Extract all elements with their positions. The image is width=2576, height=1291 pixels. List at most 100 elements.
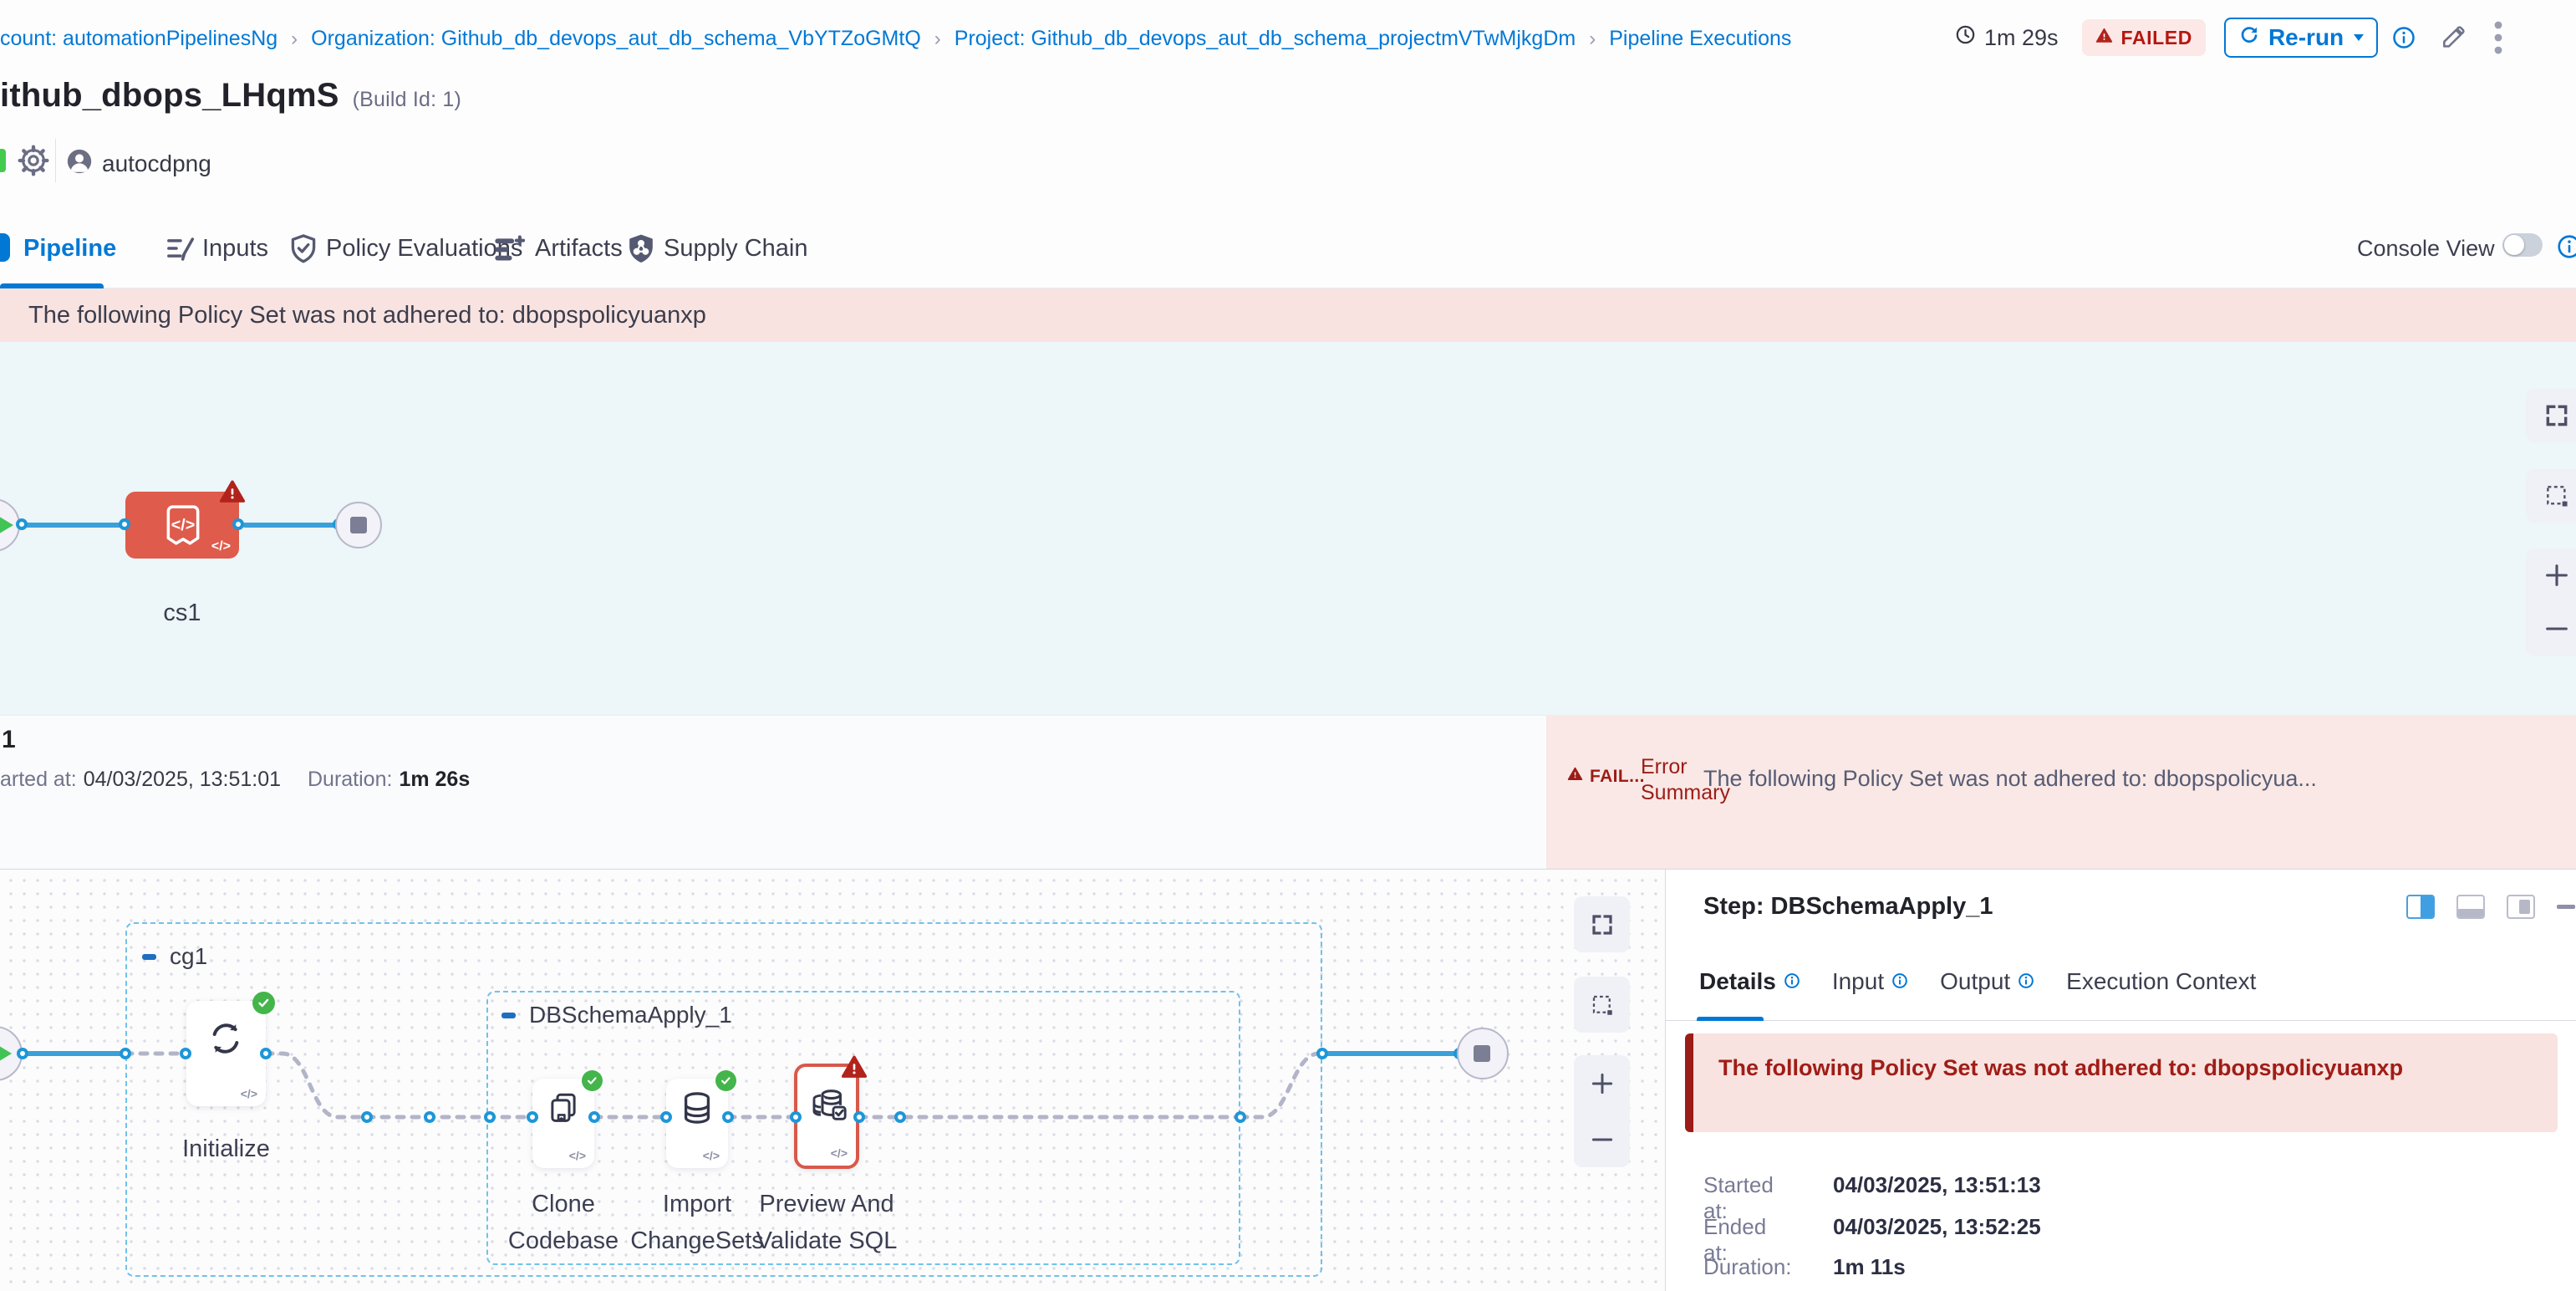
step-label-line: Initialize (153, 1130, 299, 1167)
edge-anchor[interactable] (894, 1111, 906, 1123)
edge-anchor[interactable] (120, 1048, 131, 1059)
active-tab-underline (1697, 1017, 1764, 1021)
edge-anchor[interactable] (1235, 1111, 1246, 1123)
step-graph-canvas[interactable]: cg1 DBSchemaApply_1 </> (0, 870, 1665, 1291)
info-icon[interactable] (1784, 968, 1800, 995)
info-icon[interactable] (1891, 968, 1908, 995)
page-title: ithub_dbops_LHqmS(Build Id: 1) (0, 77, 461, 115)
edge-anchor[interactable] (232, 518, 244, 530)
console-view-toggle[interactable] (2502, 233, 2543, 257)
edge-anchor[interactable] (16, 518, 28, 530)
info-icon[interactable] (2556, 233, 2576, 264)
toggle-knob (2504, 235, 2524, 255)
tab-artifacts[interactable]: Artifacts (535, 235, 623, 263)
step-error-box: The following Policy Set was not adhered… (1685, 1033, 2558, 1132)
edge-anchor[interactable] (588, 1111, 600, 1123)
edge-anchor[interactable] (1316, 1048, 1328, 1059)
zoom-in-button[interactable] (2526, 549, 2576, 602)
edge-anchor[interactable] (853, 1111, 865, 1123)
edge-anchor[interactable] (361, 1111, 373, 1123)
stage-summary-bar: 1 arted at: 04/03/2025, 13:51:01 Duratio… (0, 715, 2576, 870)
stage-node-cs1[interactable]: </> </> (125, 492, 239, 559)
rerun-label: Re-run (2268, 24, 2344, 51)
tab-inputs[interactable]: Inputs (202, 235, 268, 263)
artifacts-icon (491, 232, 527, 271)
error-summary-text: The following Policy Set was not adhered… (1703, 766, 2568, 792)
minimize-panel-icon[interactable] (2557, 905, 2575, 909)
tab-output[interactable]: Output (1940, 968, 2034, 995)
status-badge-text: FAILED (2121, 27, 2192, 49)
tab-output-label: Output (1940, 968, 2010, 995)
detail-value: 1m 11s (1833, 1254, 1906, 1280)
edge-anchor[interactable] (424, 1111, 435, 1123)
status-strip-fragment (0, 149, 6, 172)
tab-pipeline[interactable]: Pipeline (23, 235, 116, 263)
duration-label: Duration: (308, 768, 392, 792)
zoom-out-button[interactable] (1574, 1111, 1630, 1167)
fullscreen-button[interactable] (2526, 389, 2576, 442)
pipeline-execution-page: count: automationPipelinesNg › Organizat… (0, 0, 2576, 1291)
detail-row-duration: Duration: 1m 11s (1703, 1254, 1906, 1280)
breadcrumb-organization[interactable]: Organization: Github_db_devops_aut_db_sc… (311, 27, 921, 51)
layout-split-vertical-icon[interactable] (2406, 895, 2435, 919)
group-dbschemaapply-header[interactable]: DBSchemaApply_1 (501, 1002, 732, 1028)
stage-graph-canvas[interactable]: </> </> cs1 (0, 342, 2576, 715)
tab-input[interactable]: Input (1832, 968, 1908, 995)
breadcrumb-account[interactable]: count: automationPipelinesNg (0, 27, 277, 51)
zoom-in-button[interactable] (1574, 1055, 1630, 1111)
edge-anchor[interactable] (660, 1111, 672, 1123)
code-icon: </> (831, 1146, 848, 1160)
header-actions: 1m 29s FAILED Re-run (1954, 17, 2503, 59)
collapse-icon[interactable] (501, 1013, 516, 1018)
edge-anchor[interactable] (790, 1111, 802, 1123)
tab-supply-chain[interactable]: Supply Chain (664, 235, 808, 263)
edge-anchor[interactable] (484, 1111, 496, 1123)
marquee-select-button[interactable] (2526, 469, 2576, 523)
success-check-icon (582, 1070, 603, 1091)
step-card-import-changesets[interactable]: </> (666, 1079, 728, 1168)
edge-anchor[interactable] (17, 1048, 28, 1059)
edge-line (242, 523, 338, 528)
edge-anchor[interactable] (722, 1111, 734, 1123)
tab-execution-context-label: Execution Context (2066, 968, 2256, 995)
avatar (65, 147, 94, 180)
step-label-line: Validate SQL (739, 1222, 914, 1259)
step-card-initialize[interactable]: </> (186, 1001, 266, 1106)
layout-split-horizontal-icon[interactable] (2456, 895, 2485, 919)
step-card-clone-codebase[interactable]: </> (532, 1079, 594, 1168)
edge-anchor[interactable] (527, 1111, 538, 1123)
status-badge: FAILED (2082, 19, 2206, 56)
breadcrumb: count: automationPipelinesNg › Organizat… (0, 27, 1791, 51)
tab-details[interactable]: Details (1699, 968, 1800, 995)
stage-label: cs1 (125, 600, 239, 627)
divider (1666, 1020, 2576, 1021)
code-icon: </> (569, 1149, 586, 1162)
gear-icon[interactable] (17, 144, 50, 181)
kebab-menu-icon[interactable] (2493, 19, 2503, 56)
breadcrumb-pipeline-executions[interactable]: Pipeline Executions (1609, 27, 1791, 51)
marquee-select-button[interactable] (1574, 977, 1630, 1033)
info-icon[interactable] (2018, 968, 2034, 995)
edge-anchor[interactable] (119, 518, 130, 530)
breadcrumb-separator: › (291, 28, 298, 51)
info-icon[interactable] (2391, 25, 2416, 50)
layout-floating-icon[interactable] (2507, 895, 2535, 919)
stage-error-icon (219, 478, 246, 509)
tab-execution-context[interactable]: Execution Context (2066, 968, 2256, 995)
edge-anchor[interactable] (260, 1048, 272, 1059)
rerun-button[interactable]: Re-run (2224, 18, 2378, 58)
collapse-icon[interactable] (142, 954, 156, 960)
step-card-preview-validate-sql[interactable]: </> (794, 1064, 859, 1169)
edge-anchor[interactable] (180, 1048, 191, 1059)
console-view-label: Console View (2357, 236, 2495, 262)
zoom-out-button[interactable] (2526, 602, 2576, 656)
zoom-controls (1574, 1055, 1630, 1167)
breadcrumb-project[interactable]: Project: Github_db_devops_aut_db_schema_… (955, 27, 1576, 51)
edit-pencil-icon[interactable] (2440, 24, 2467, 51)
duration-value: 1m 26s (399, 768, 470, 792)
fullscreen-button[interactable] (1574, 896, 1630, 952)
group-label: cg1 (170, 943, 207, 970)
group-cg1-header[interactable]: cg1 (142, 943, 207, 970)
step-label-clone-codebase: Clone Codebase (496, 1186, 630, 1259)
fail-badge: FAIL... (1567, 766, 1645, 787)
